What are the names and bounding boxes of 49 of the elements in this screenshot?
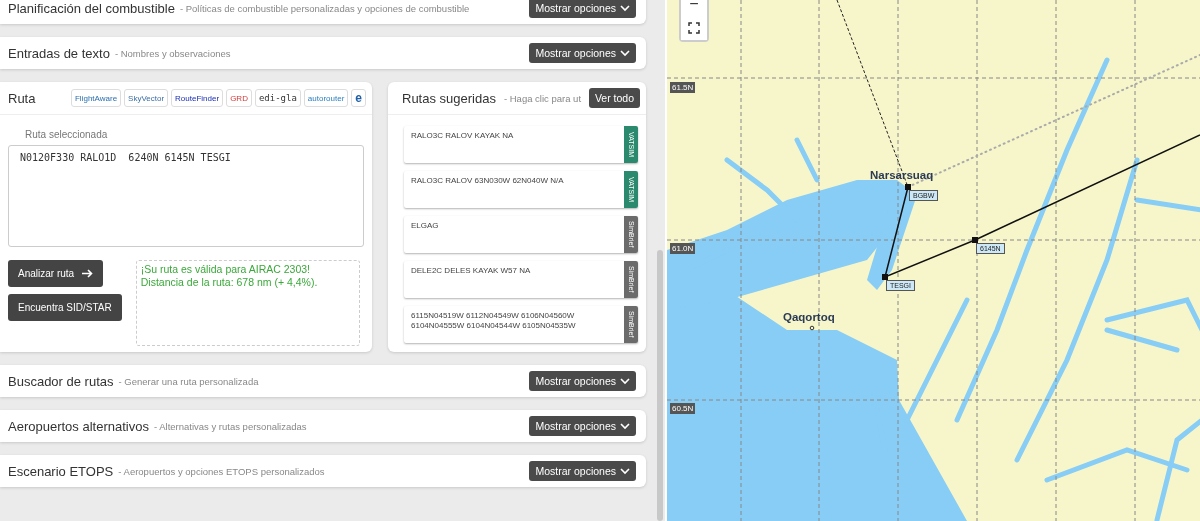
validation-message: Distancia de la ruta: 678 nm (+ 4,4%). <box>140 276 319 289</box>
e-logo-button[interactable]: e <box>351 89 366 107</box>
route-text: 6115N04519W 6112N04549W 6106N04560W 6104N04555W 6104N04544W 6105N04535W <box>410 310 577 332</box>
tool-link-button[interactable]: GRD <box>226 89 252 107</box>
field-label: Ruta seleccionada <box>25 129 109 140</box>
section-title: Escenario ETOPS <box>8 463 114 479</box>
route-action-button[interactable]: Analizar ruta <box>8 260 104 287</box>
tool-link-button[interactable]: SkyVector <box>124 89 169 107</box>
tool-link-button[interactable]: edi-gla <box>254 89 301 107</box>
arrow-right-icon <box>82 269 94 278</box>
latitude-label: 60.5N <box>670 403 696 414</box>
place-label: Narsarsuaq <box>870 169 934 181</box>
validation-message: ¡Su ruta es válida para AIRAC 2303! <box>140 263 311 276</box>
fullscreen-icon <box>688 22 700 34</box>
route-text: RALO3C RALOV KAYAK NA <box>410 130 515 142</box>
tool-link-button[interactable]: RouteFinder <box>171 89 224 107</box>
section-subtitle: - Políticas de combustible personalizadas y opciones de combustible <box>179 2 471 14</box>
card-subtitle: - Haga clic para ut <box>503 92 583 104</box>
chevron-down-icon <box>620 467 630 475</box>
chevron-down-icon <box>620 4 630 12</box>
latitude-label: 61.5N <box>670 82 696 93</box>
chevron-down-icon <box>620 377 630 385</box>
section-title: Aeropuertos alternativos <box>8 418 149 434</box>
section-subtitle: - Alternativas y rutas personalizadas <box>153 420 308 432</box>
section-subtitle: - Aeropuertos y opciones ETOPS personalizados <box>118 465 326 477</box>
show-options-button[interactable]: Mostrar opciones <box>529 461 636 481</box>
show-options-button[interactable]: Mostrar opciones <box>529 43 636 63</box>
view-all-button[interactable]: Ver todo <box>588 88 640 108</box>
show-options-button[interactable]: Mostrar opciones <box>529 371 636 391</box>
route-input-field[interactable]: N0120F330 RALO1D 6240N 6145N TESGI <box>8 145 364 247</box>
section-subtitle: - Nombres y observaciones <box>114 47 232 59</box>
route-text: ELGAG <box>410 220 440 232</box>
place-label: Qaqortoq <box>783 311 835 323</box>
chevron-down-icon <box>620 49 630 57</box>
section-title: Planificación del combustible <box>8 0 175 16</box>
chevron-down-icon <box>620 422 630 430</box>
section-title: Entradas de texto <box>8 45 110 61</box>
route-action-button[interactable]: Encuentra SID/STAR <box>8 294 122 321</box>
tool-link-button[interactable]: autorouter <box>303 89 349 107</box>
section-subtitle: - Generar una ruta personalizada <box>118 375 260 387</box>
route-text: DELE2C DELES KAYAK W57 NA <box>410 265 532 277</box>
route-text: RALO3C RALOV 63N030W 62N040W N/A <box>410 175 565 187</box>
latitude-label: 61.0N <box>670 243 696 254</box>
card-title: Ruta <box>8 90 37 106</box>
card-title: Rutas sugeridas <box>402 90 496 106</box>
section-title: Buscador de rutas <box>8 373 114 389</box>
tool-link-button[interactable]: FlightAware <box>71 89 122 107</box>
show-options-button[interactable]: Mostrar opciones <box>529 416 636 436</box>
show-options-button[interactable]: Mostrar opciones <box>529 0 636 18</box>
